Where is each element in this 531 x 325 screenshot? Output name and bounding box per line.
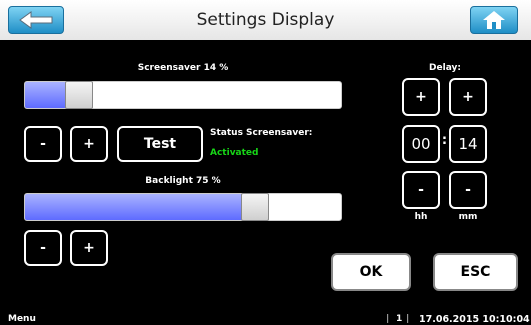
page-separator-right: | [406, 314, 410, 324]
hours-display: 00 [402, 125, 440, 163]
minutes-unit-label: mm [458, 212, 478, 222]
back-button[interactable] [8, 6, 64, 34]
screensaver-minus-button[interactable]: - [24, 126, 62, 162]
page-title: Settings Display [196, 10, 335, 30]
ok-button[interactable]: OK [331, 253, 411, 291]
backlight-slider[interactable] [24, 193, 342, 221]
backlight-plus-button[interactable]: + [70, 230, 108, 266]
screensaver-slider[interactable] [24, 81, 342, 109]
arrow-left-icon [19, 11, 53, 29]
esc-button[interactable]: ESC [433, 253, 518, 291]
screensaver-label: Screensaver 14 % [137, 63, 229, 73]
status-screensaver-label: Status Screensaver: [210, 128, 313, 138]
minutes-display: 14 [449, 125, 487, 163]
home-button[interactable] [470, 6, 518, 34]
home-icon [483, 11, 505, 29]
backlight-slider-thumb[interactable] [241, 193, 269, 221]
status-screensaver-value: Activated [210, 148, 259, 158]
page-separator-left: | [386, 314, 390, 324]
delay-label: Delay: [429, 63, 461, 73]
hours-plus-button[interactable]: + [402, 78, 440, 116]
backlight-label: Backlight 75 % [145, 176, 221, 186]
screensaver-plus-button[interactable]: + [70, 126, 108, 162]
minutes-minus-button[interactable]: - [449, 171, 487, 209]
minutes-plus-button[interactable]: + [449, 78, 487, 116]
screensaver-slider-thumb[interactable] [65, 81, 93, 109]
time-separator: : [441, 133, 448, 148]
page-number: 1 [396, 314, 403, 324]
backlight-minus-button[interactable]: - [24, 230, 62, 266]
screensaver-test-button[interactable]: Test [117, 126, 203, 162]
datetime: 17.06.2015 10:10:04 [419, 314, 530, 325]
hours-unit-label: hh [414, 212, 428, 222]
menu-link[interactable]: Menu [8, 314, 36, 324]
hours-minus-button[interactable]: - [402, 171, 440, 209]
backlight-slider-fill [25, 194, 255, 220]
